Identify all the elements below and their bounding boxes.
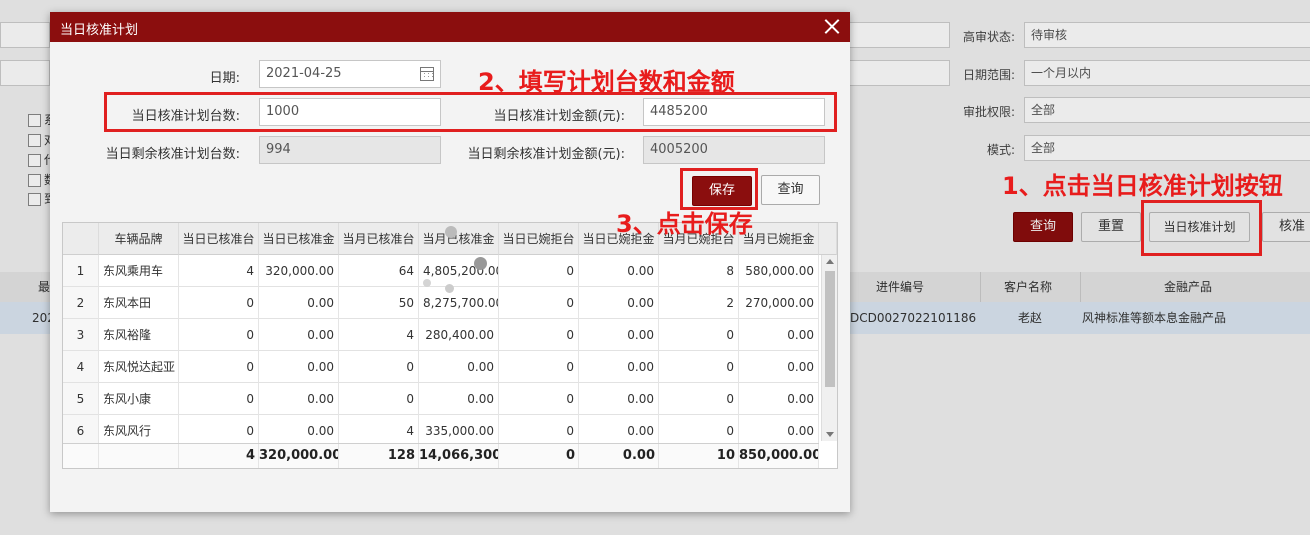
row-index[interactable]: 2 <box>63 287 99 319</box>
grid-column-header[interactable]: 当月已核准金 <box>419 223 499 255</box>
grid-cell[interactable]: 0 <box>499 287 579 319</box>
remain-amount-label: 当日剩余核准计划金额(元): <box>467 147 625 162</box>
annotation-box-plan-inputs <box>104 92 837 132</box>
grid-cell[interactable]: 0.00 <box>579 319 659 351</box>
grid-column-header[interactable]: 当月已核准台 <box>339 223 419 255</box>
grid-cell[interactable]: 0 <box>659 383 739 415</box>
grid-cell[interactable]: 0 <box>499 351 579 383</box>
grid-cell[interactable]: 270,000.00 <box>739 287 819 319</box>
grid-cell[interactable]: 0 <box>499 319 579 351</box>
grid-cell[interactable]: 0 <box>499 383 579 415</box>
grid-cell[interactable]: 8,275,700.00 <box>419 287 499 319</box>
grid-cell[interactable]: 0 <box>499 255 579 287</box>
row-index[interactable]: 5 <box>63 383 99 415</box>
grid-cell[interactable]: 0.00 <box>419 351 499 383</box>
grid-summary-cell: 850,000.00 <box>739 444 819 468</box>
grid-summary-cell: 14,066,300. <box>419 444 499 468</box>
grid-column-header[interactable]: 车辆品牌 <box>99 223 179 255</box>
loading-spinner-dot <box>423 279 431 287</box>
grid-cell[interactable]: 0 <box>659 351 739 383</box>
grid-column-header[interactable]: 当日已核准台 <box>179 223 259 255</box>
annotation-step3: 3、点击保存 <box>616 210 753 238</box>
grid-cell[interactable]: 4 <box>339 319 419 351</box>
grid-summary-cell <box>99 444 179 468</box>
grid-vertical-scrollbar[interactable] <box>821 255 837 441</box>
grid-cell[interactable]: 4,805,200.00 <box>419 255 499 287</box>
grid-summary-cell: 10 <box>659 444 739 468</box>
dialog-title: 当日核准计划 <box>60 23 139 38</box>
grid-cell[interactable]: 0 <box>659 319 739 351</box>
grid-cell[interactable]: 2 <box>659 287 739 319</box>
grid-cell[interactable]: 64 <box>339 255 419 287</box>
dialog-title-bar: 当日核准计划 <box>50 12 850 42</box>
grid-cell[interactable]: 0.00 <box>579 287 659 319</box>
brand-name-cell[interactable]: 东风小康 <box>99 383 179 415</box>
brand-name-cell[interactable]: 东风裕隆 <box>99 319 179 351</box>
annotation-step1: 1、点击当日核准计划按钮 <box>1002 172 1283 200</box>
grid-column-header[interactable]: 当日已婉拒台 <box>499 223 579 255</box>
remain-count-label: 当日剩余核准计划台数: <box>105 147 240 162</box>
grid-header-filler <box>819 223 837 255</box>
grid-header-index <box>63 223 99 255</box>
grid-cell[interactable]: 50 <box>339 287 419 319</box>
grid-cell[interactable]: 0.00 <box>259 383 339 415</box>
date-value: 2021-04-25 <box>266 66 342 81</box>
grid-cell[interactable]: 4 <box>179 255 259 287</box>
scrollbar-thumb[interactable] <box>825 271 835 387</box>
grid-cell[interactable]: 0.00 <box>259 319 339 351</box>
grid-cell[interactable]: 0.00 <box>739 383 819 415</box>
grid-summary-cell: 0.00 <box>579 444 659 468</box>
grid-summary-cell: 128 <box>339 444 419 468</box>
remain-amount-field: 4005200 <box>643 136 825 164</box>
brand-stats-grid: 车辆品牌 当日已核准台 当日已核准金 当月已核准台 当月已核准金 当日已婉拒台 当日已婉拒金… <box>62 222 838 469</box>
grid-column-header[interactable]: 当日已核准金 <box>259 223 339 255</box>
row-index[interactable]: 3 <box>63 319 99 351</box>
annotation-step2: 2、填写计划台数和金额 <box>478 68 735 96</box>
grid-cell[interactable]: 0 <box>339 351 419 383</box>
dialog-query-button[interactable]: 查询 <box>761 175 820 205</box>
date-field[interactable]: 2021-04-25 <box>259 60 441 88</box>
grid-summary-cell <box>63 444 99 468</box>
grid-cell[interactable]: 0 <box>179 319 259 351</box>
grid-cell[interactable]: 280,400.00 <box>419 319 499 351</box>
grid-cell[interactable]: 0.00 <box>259 287 339 319</box>
scroll-down-icon[interactable] <box>826 432 834 437</box>
grid-cell[interactable]: 0.00 <box>579 255 659 287</box>
brand-name-cell[interactable]: 东风乘用车 <box>99 255 179 287</box>
grid-cell[interactable]: 0.00 <box>259 351 339 383</box>
grid-cell[interactable]: 0.00 <box>739 351 819 383</box>
brand-name-cell[interactable]: 东风本田 <box>99 287 179 319</box>
grid-summary-cell: 4 <box>179 444 259 468</box>
scroll-up-icon[interactable] <box>826 259 834 264</box>
grid-cell[interactable]: 0 <box>179 287 259 319</box>
grid-cell[interactable]: 0 <box>339 383 419 415</box>
calendar-icon[interactable] <box>420 67 434 81</box>
loading-spinner-dot <box>445 226 457 238</box>
date-label: 日期: <box>209 71 240 86</box>
close-icon[interactable] <box>824 18 840 34</box>
brand-name-cell[interactable]: 东风悦达起亚 <box>99 351 179 383</box>
grid-cell[interactable]: 0 <box>179 383 259 415</box>
row-index[interactable]: 4 <box>63 351 99 383</box>
grid-cell[interactable]: 320,000.00 <box>259 255 339 287</box>
grid-cell[interactable]: 8 <box>659 255 739 287</box>
grid-cell[interactable]: 0.00 <box>739 319 819 351</box>
grid-cell[interactable]: 0 <box>179 351 259 383</box>
grid-cell[interactable]: 0.00 <box>419 383 499 415</box>
annotation-box-daily-plan <box>1141 200 1262 256</box>
grid-summary-cell: 320,000.00 <box>259 444 339 468</box>
row-index[interactable]: 1 <box>63 255 99 287</box>
grid-cell[interactable]: 580,000.00 <box>739 255 819 287</box>
grid-summary-cell: 0 <box>499 444 579 468</box>
loading-spinner-dot <box>474 257 487 270</box>
loading-spinner-dot <box>445 284 454 293</box>
remain-count-field: 994 <box>259 136 441 164</box>
grid-cell[interactable]: 0.00 <box>579 383 659 415</box>
grid-cell[interactable]: 0.00 <box>579 351 659 383</box>
